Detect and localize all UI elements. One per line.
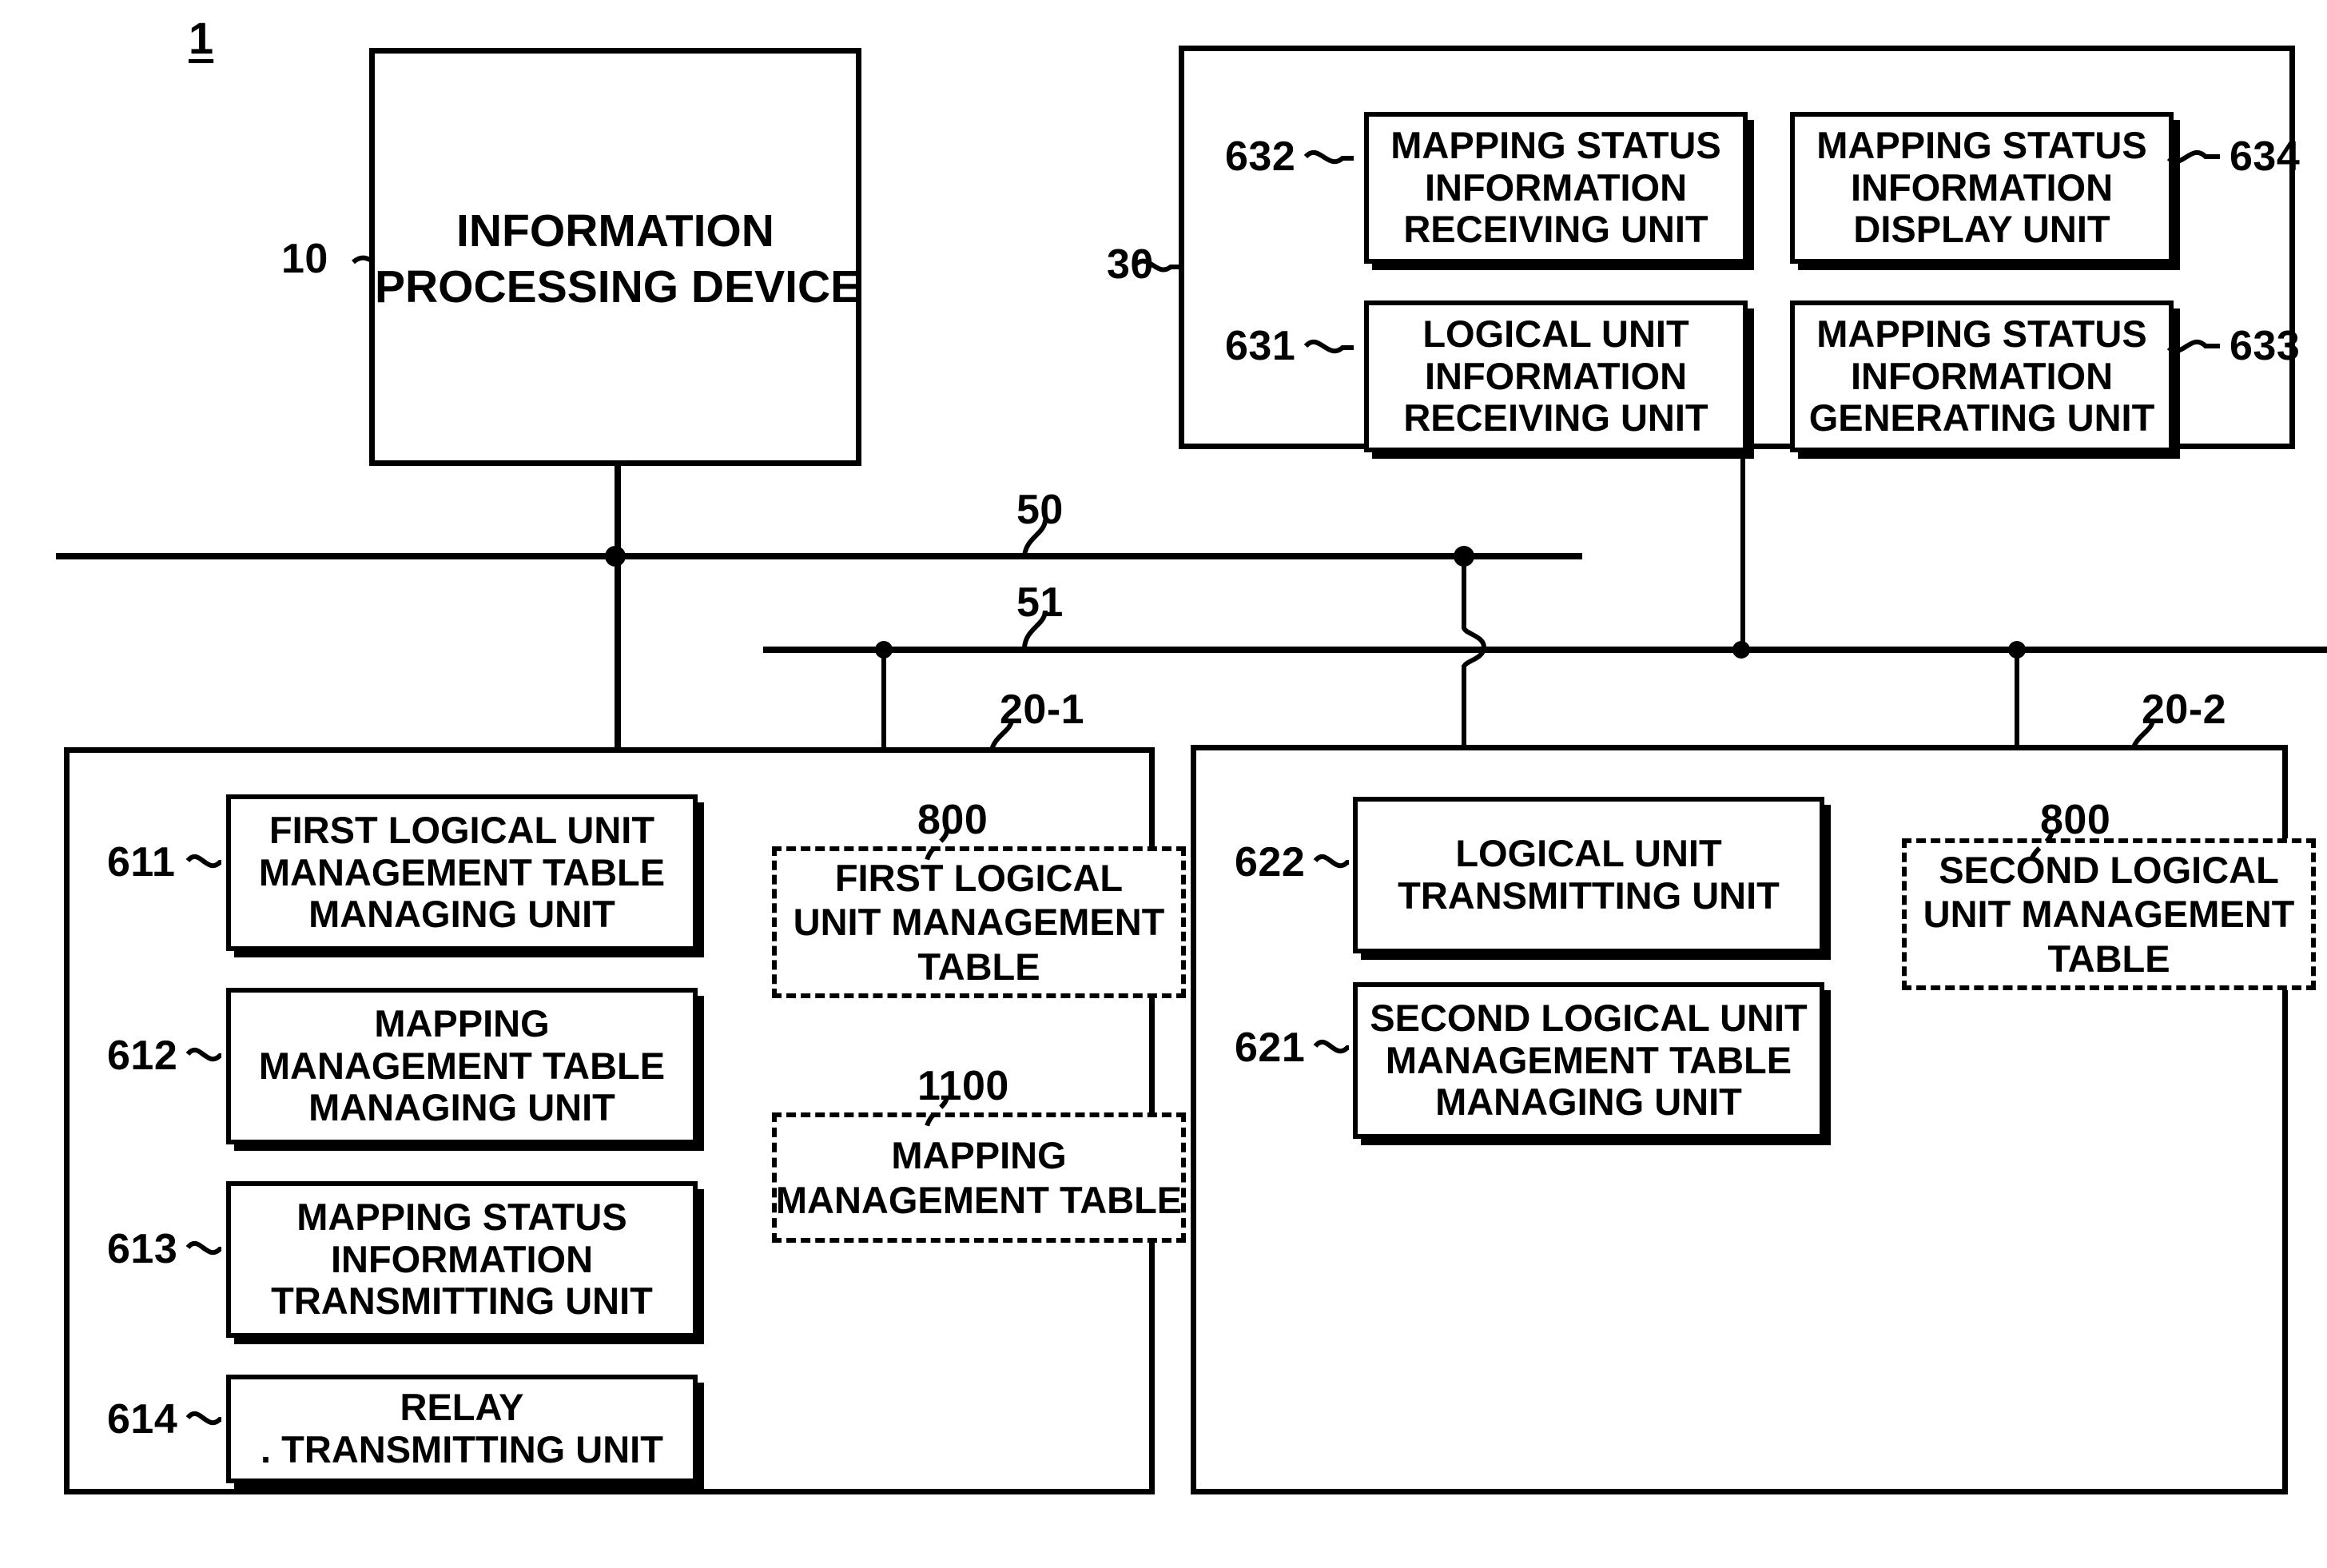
unit-611-first-logical-unit-management-table-managing: FIRST LOGICAL UNIT MANAGEMENT TABLE MANA… xyxy=(226,794,698,951)
connector-device10-to-storage20-1 xyxy=(615,553,621,747)
bus-line-50 xyxy=(56,553,1582,559)
ref-label-30: 30 xyxy=(1107,241,1154,288)
leader-line-622 xyxy=(1313,854,1350,869)
unit-612-mapping-management-table-managing: MAPPING MANAGEMENT TABLE MANAGING UNIT xyxy=(226,988,698,1144)
leader-line-611 xyxy=(185,854,222,869)
connector-bus51-to-storage20-2 xyxy=(2015,647,2019,747)
unit-613-mapping-status-information-transmitting: MAPPING STATUS INFORMATION TRANSMITTING … xyxy=(226,1181,698,1338)
ref-label-612: 612 xyxy=(107,1033,178,1079)
leader-line-632 xyxy=(1303,149,1354,165)
unit-634-mapping-status-information-display: MAPPING STATUS INFORMATION DISPLAY UNIT xyxy=(1790,112,2174,264)
table-800-first-logical-unit-management-table: FIRST LOGICAL UNIT MANAGEMENT TABLE xyxy=(772,846,1186,998)
information-processing-device-label: INFORMATION PROCESSING DEVICE xyxy=(375,205,861,312)
leader-line-613 xyxy=(185,1240,222,1256)
connector-terminal30-to-bus51-upper xyxy=(1740,449,1745,647)
ref-label-10: 10 xyxy=(281,236,328,282)
figure-number: 1 xyxy=(189,13,214,63)
patent-figure-1: 1 10 INFORMATION PROCESSING DEVICE 30 MA… xyxy=(0,0,2327,1568)
leader-line-621 xyxy=(1313,1039,1350,1054)
connector-bus51-to-storage20-1 xyxy=(881,647,886,747)
ref-label-622: 622 xyxy=(1235,839,1306,885)
ref-label-611: 611 xyxy=(107,839,176,885)
leader-line-631 xyxy=(1303,339,1354,354)
unit-631-logical-unit-information-receiving: LOGICAL UNIT INFORMATION RECEIVING UNIT xyxy=(1364,300,1748,452)
table-800-second-logical-unit-management-table: SECOND LOGICAL UNIT MANAGEMENT TABLE xyxy=(1902,838,2316,990)
ref-label-634: 634 xyxy=(2230,133,2301,180)
ref-label-632: 632 xyxy=(1225,133,1296,180)
wire-hop-over-bus51 xyxy=(1462,626,1487,669)
leader-line-800-second xyxy=(2027,829,2055,867)
unit-632-mapping-status-information-receiving: MAPPING STATUS INFORMATION RECEIVING UNI… xyxy=(1364,112,1748,264)
management-terminal-box: MAPPING STATUS INFORMATION RECEIVING UNI… xyxy=(1179,46,2295,452)
connector-bus50-to-storage20-2-lower xyxy=(1462,665,1466,747)
leader-line-51 xyxy=(1022,610,1048,648)
unit-621-second-logical-unit-management-table-managing: SECOND LOGICAL UNIT MANAGEMENT TABLE MAN… xyxy=(1353,982,1824,1139)
unit-622-logical-unit-transmitting: LOGICAL UNIT TRANSMITTING UNIT xyxy=(1353,797,1824,953)
ref-label-614: 614 xyxy=(107,1396,178,1443)
connector-bus50-to-storage20-2-upper xyxy=(1462,553,1466,629)
bus51-junction-terminal30 xyxy=(1732,641,1750,659)
ref-label-633: 633 xyxy=(2230,323,2301,369)
leader-line-1100 xyxy=(924,1095,949,1132)
leader-line-633 xyxy=(2166,339,2220,354)
leader-line-50 xyxy=(1022,519,1048,557)
connector-device10-to-bus50 xyxy=(615,466,621,558)
ref-label-613: 613 xyxy=(107,1226,178,1272)
leader-line-634 xyxy=(2166,149,2220,165)
information-processing-device-box: INFORMATION PROCESSING DEVICE xyxy=(369,48,861,466)
unit-633-mapping-status-information-generating: MAPPING STATUS INFORMATION GENERATING UN… xyxy=(1790,300,2174,452)
table-1100-mapping-management-table: MAPPING MANAGEMENT TABLE xyxy=(772,1112,1186,1243)
leader-line-800-first xyxy=(924,829,949,866)
unit-614-relay-transmitting: RELAY . TRANSMITTING UNIT xyxy=(226,1375,698,1483)
bus-line-51 xyxy=(763,647,2327,653)
ref-label-631: 631 xyxy=(1225,323,1296,369)
leader-line-614 xyxy=(185,1411,222,1426)
leader-line-612 xyxy=(185,1047,222,1062)
ref-label-621: 621 xyxy=(1235,1025,1306,1071)
